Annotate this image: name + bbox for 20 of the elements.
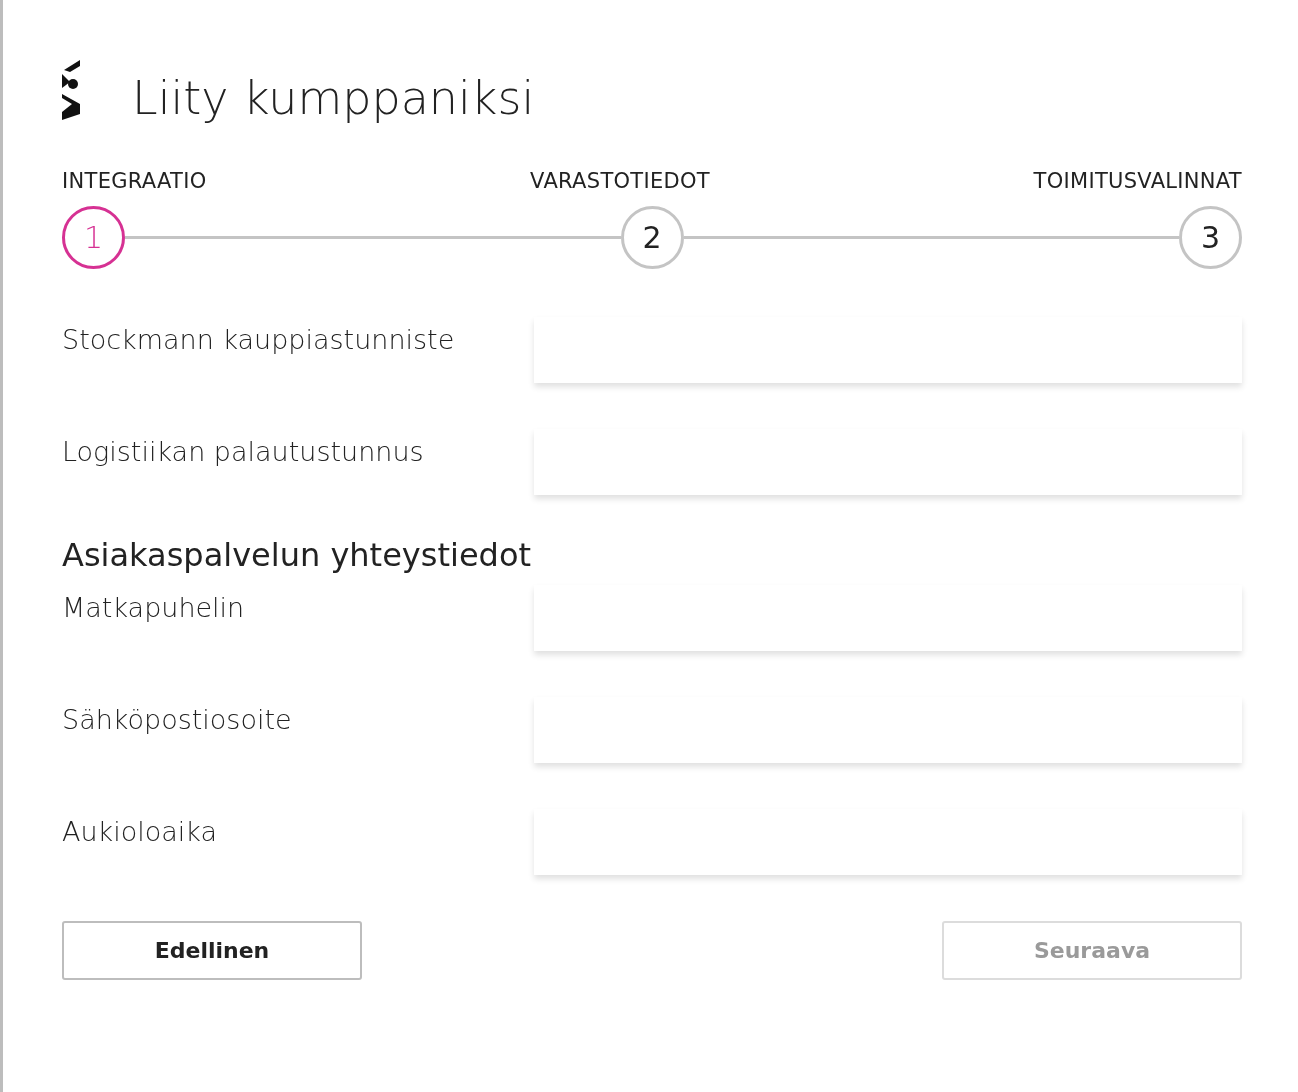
step-circle[interactable]: 2 [620, 206, 684, 269]
step-circle[interactable]: 1 [62, 206, 125, 269]
field-label: Sähköpostiosoite [62, 703, 293, 737]
input-field[interactable] [534, 429, 1242, 495]
section-heading: Asiakaspalvelun yhteystiedot [62, 535, 532, 576]
field-label: Stockmann kauppiastunniste [62, 323, 456, 357]
step-label: TOIMITUSVALINNAT [1033, 168, 1242, 194]
input-field[interactable] [534, 317, 1242, 383]
nav-button[interactable]: Edellinen [62, 921, 362, 980]
logo-icon [62, 60, 80, 120]
input-field[interactable] [534, 697, 1242, 763]
page-title: Liity kumppaniksi [132, 70, 535, 126]
input-field[interactable] [534, 585, 1242, 651]
field-label: Matkapuhelin [62, 591, 246, 625]
step-circle[interactable]: 3 [1179, 206, 1242, 269]
field-label: Logistiikan palautustunnus [62, 435, 425, 469]
step-label: INTEGRAATIO [62, 168, 207, 194]
input-field[interactable] [534, 809, 1242, 875]
step-label: VARASTOTIEDOT [530, 168, 710, 194]
field-label: Aukioloaika [62, 815, 218, 849]
